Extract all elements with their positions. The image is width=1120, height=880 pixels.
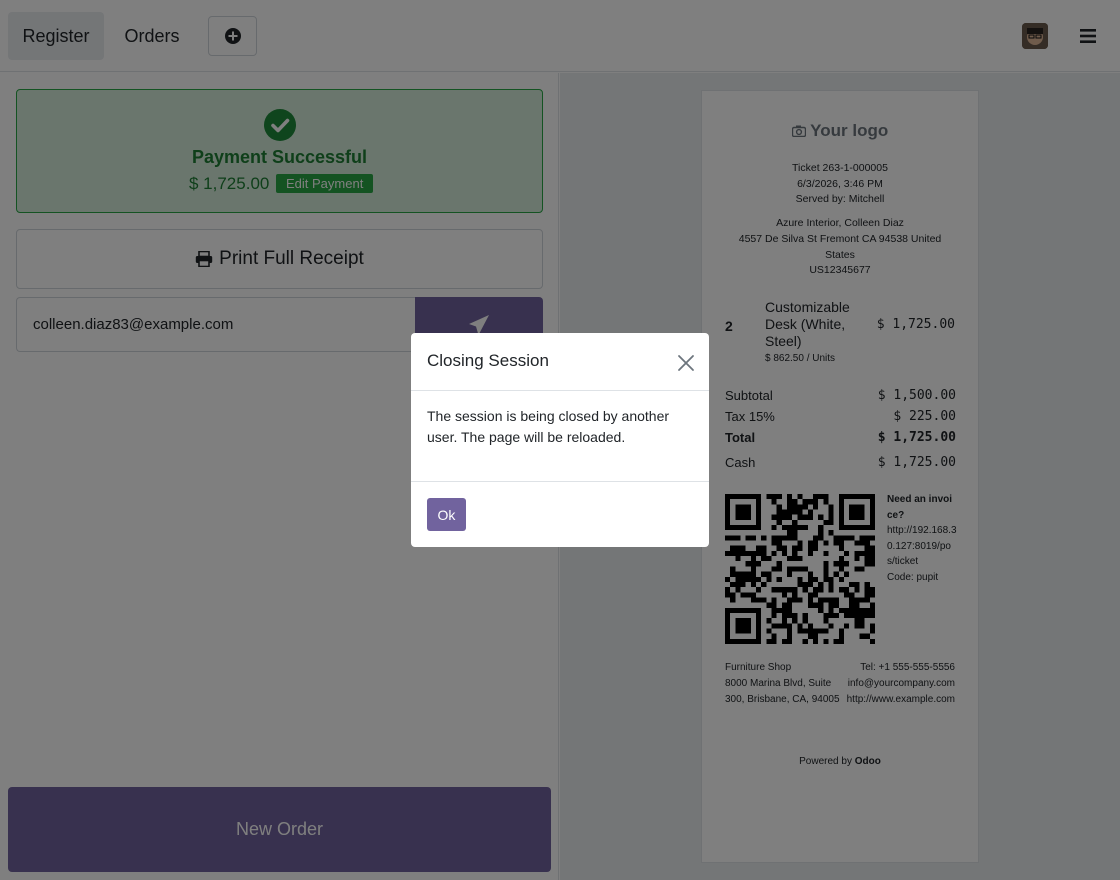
dialog-footer-divider — [411, 481, 709, 482]
ok-button[interactable]: Ok — [427, 498, 466, 531]
closing-session-dialog: Closing Session The session is being clo… — [411, 333, 709, 547]
close-icon[interactable] — [675, 352, 697, 374]
dialog-header-divider — [411, 390, 709, 391]
dialog-message: The session is being closed by another u… — [427, 408, 670, 445]
dialog-title: Closing Session — [427, 351, 549, 370]
